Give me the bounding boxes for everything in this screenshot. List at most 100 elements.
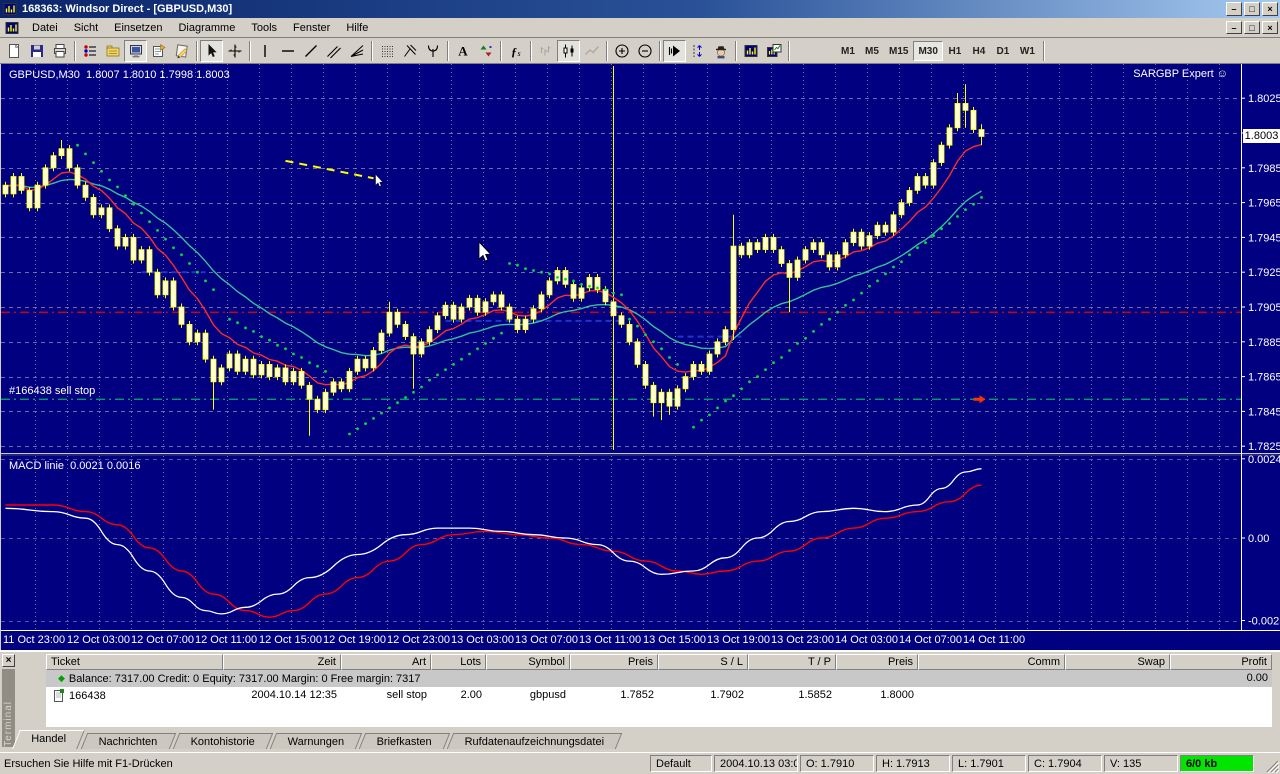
toolbar-separator <box>659 41 660 61</box>
expert-advisor-label: SARGBP Expert ☺ <box>1133 68 1228 80</box>
orders-table-empty-area <box>46 704 1272 727</box>
order-row[interactable]: 1664382004.10.14 12:35sell stop2.00gbpus… <box>46 687 1272 704</box>
resize-grip[interactable] <box>1266 760 1279 773</box>
timeframe-m30-button[interactable]: M30 <box>913 41 942 61</box>
text-button[interactable]: A <box>451 40 474 62</box>
column-header-preis[interactable]: Preis <box>570 654 658 670</box>
minimize-button[interactable]: – <box>1226 21 1242 34</box>
save-button[interactable] <box>25 40 48 62</box>
column-header-ticket[interactable]: Ticket <box>46 654 223 670</box>
grid-button[interactable] <box>375 40 398 62</box>
terminal-tab-briefkasten[interactable]: Briefkasten <box>359 733 450 749</box>
trendline-button[interactable] <box>299 40 322 62</box>
column-header-art[interactable]: Art <box>341 654 431 670</box>
toolbar-separator <box>249 41 250 61</box>
menu-hilfe[interactable]: Hilfe <box>338 19 376 37</box>
candle <box>283 364 288 385</box>
auto-scroll-button[interactable] <box>663 40 686 62</box>
time-axis-label: 12 Oct 23:00 <box>387 634 450 646</box>
status-help-text: Ersuchen Sie Hilfe mit F1-Drücken <box>0 758 650 770</box>
fibonacci-button[interactable] <box>345 40 368 62</box>
terminal-tab-warnungen[interactable]: Warnungen <box>270 733 363 749</box>
pitchfork-button[interactable] <box>398 40 421 62</box>
mdi-window-controls: –□× <box>1226 21 1278 34</box>
cycle-lines-button[interactable] <box>421 40 444 62</box>
zoom-out-button[interactable] <box>633 40 656 62</box>
window-controls: –□× <box>1226 2 1278 16</box>
order-cell-lots: 2.00 <box>431 687 486 704</box>
market-watch-button[interactable] <box>78 40 101 62</box>
script-button[interactable] <box>170 40 193 62</box>
menu-diagramme[interactable]: Diagramme <box>170 19 243 37</box>
price-axis-label: 1.7825 <box>1248 441 1280 453</box>
restore-button[interactable]: □ <box>1244 21 1260 34</box>
timeframe-m5-button[interactable]: M5 <box>860 41 884 61</box>
candle <box>19 173 24 194</box>
candle <box>115 225 120 249</box>
terminal-button[interactable] <box>124 40 147 62</box>
close-button[interactable]: × <box>1262 2 1278 16</box>
column-header-lots[interactable]: Lots <box>431 654 486 670</box>
terminal-icon <box>128 43 144 59</box>
candle <box>203 330 208 363</box>
navigator-icon <box>105 43 121 59</box>
candlestick-button[interactable] <box>557 40 580 62</box>
channel-button[interactable] <box>322 40 345 62</box>
template-button[interactable] <box>762 40 785 62</box>
menu-sicht[interactable]: Sicht <box>66 19 106 37</box>
terminal-tab-kontohistorie[interactable]: Kontohistorie <box>172 733 273 749</box>
timeframe-m1-button[interactable]: M1 <box>836 41 860 61</box>
terminal-tab-nachrichten[interactable]: Nachrichten <box>81 733 176 749</box>
terminal-tab-handel[interactable]: Handel <box>12 730 85 749</box>
print-button[interactable] <box>48 40 71 62</box>
candle <box>571 281 576 302</box>
toolbar-separator <box>196 41 197 61</box>
chart-area[interactable]: 1.80251.80051.79851.79651.79451.79251.79… <box>0 64 1280 650</box>
time-axis-label: 13 Oct 19:00 <box>707 634 770 646</box>
zoom-in-button[interactable] <box>610 40 633 62</box>
candle <box>675 385 680 409</box>
minimize-button[interactable]: – <box>1226 2 1242 16</box>
maximize-button[interactable]: □ <box>1244 2 1260 16</box>
timeframe-w1-button[interactable]: W1 <box>1015 41 1040 61</box>
new-chart-button[interactable] <box>2 40 25 62</box>
column-header-symbol[interactable]: Symbol <box>486 654 570 670</box>
order-cell-sl: 1.7902 <box>658 687 748 704</box>
timeframe-m15-button[interactable]: M15 <box>884 41 913 61</box>
column-header-comm[interactable]: Comm <box>918 654 1065 670</box>
terminal-tab-rufdatenaufzeichnungsdatei[interactable]: Rufdatenaufzeichnungsdatei <box>447 733 623 749</box>
navigator-button[interactable] <box>101 40 124 62</box>
menu-fenster[interactable]: Fenster <box>285 19 338 37</box>
column-header-tp[interactable]: T / P <box>748 654 836 670</box>
timeframe-h1-button[interactable]: H1 <box>943 41 967 61</box>
timeframe-d1-button[interactable]: D1 <box>991 41 1015 61</box>
balance-row[interactable]: ◆Balance: 7317.00 Credit: 0 Equity: 7317… <box>46 670 1272 687</box>
terminal-close-button[interactable]: × <box>2 654 15 667</box>
timeframe-h4-button[interactable]: H4 <box>967 41 991 61</box>
crosshair-button[interactable] <box>223 40 246 62</box>
arrows-button[interactable] <box>474 40 497 62</box>
menu-datei[interactable]: Datei <box>24 19 66 37</box>
expert-advisor-button[interactable] <box>709 40 732 62</box>
indicator-window-button[interactable] <box>739 40 762 62</box>
close-button[interactable]: × <box>1262 21 1278 34</box>
candle <box>11 173 16 197</box>
chart-canvas[interactable]: 1.80251.80051.79851.79651.79451.79251.79… <box>1 64 1280 650</box>
status-segment-6-0-kb: 6/0 kb <box>1180 755 1254 772</box>
column-header-profit[interactable]: Profit <box>1170 654 1272 670</box>
window-title: 168363: Windsor Direct - [GBPUSD,M30] <box>22 3 232 15</box>
cursor-button[interactable] <box>200 40 223 62</box>
column-header-swap[interactable]: Swap <box>1065 654 1170 670</box>
vertical-line-button[interactable] <box>253 40 276 62</box>
chart-shift-button[interactable] <box>686 40 709 62</box>
vertical-line-icon <box>257 43 273 59</box>
menu-tools[interactable]: Tools <box>243 19 285 37</box>
indicators-button[interactable]: ƒs <box>504 40 527 62</box>
menu-einsetzen[interactable]: Einsetzen <box>106 19 170 37</box>
column-header-preis[interactable]: Preis <box>836 654 918 670</box>
horizontal-line-button[interactable] <box>276 40 299 62</box>
column-header-zeit[interactable]: Zeit <box>223 654 341 670</box>
order-cell-symbol: gbpusd <box>486 687 570 704</box>
column-header-sl[interactable]: S / L <box>658 654 748 670</box>
new-order-button[interactable] <box>147 40 170 62</box>
